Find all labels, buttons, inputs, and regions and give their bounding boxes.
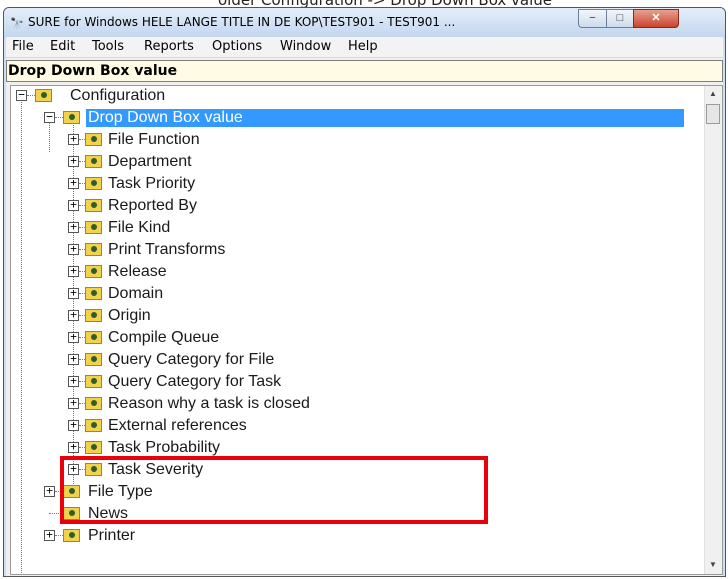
tree-node-label: Configuration (70, 87, 166, 104)
minimize-button[interactable]: − (578, 9, 607, 28)
expand-icon[interactable]: + (68, 177, 79, 189)
folder-icon (85, 177, 102, 190)
expand-icon[interactable]: + (68, 441, 79, 453)
scroll-down-arrow-icon[interactable]: ▼ (709, 560, 717, 569)
tree-line (21, 97, 22, 574)
tree-node-label: Task Priority (108, 175, 196, 192)
folder-icon (85, 397, 102, 410)
folder-icon (85, 265, 102, 278)
close-button[interactable]: ✕ (633, 9, 679, 28)
tree-node-label: Department (108, 153, 192, 170)
expand-icon[interactable]: + (68, 375, 79, 387)
tree-node-label: External references (108, 417, 247, 434)
menu-help[interactable]: Help (348, 39, 378, 54)
vertical-scrollbar[interactable]: ▲ ▼ (704, 86, 722, 574)
expand-icon[interactable]: + (68, 133, 79, 145)
tree-node-label: Print Transforms (108, 241, 226, 258)
folder-icon (85, 441, 102, 454)
highlight-annotation (60, 456, 488, 524)
folder-icon (63, 529, 80, 542)
folder-icon (85, 353, 102, 366)
tree-line (49, 119, 50, 152)
expand-icon[interactable]: + (68, 221, 79, 233)
tree-line (27, 95, 35, 96)
menu-bar: File Edit Tools Reports Options Window H… (6, 37, 723, 58)
tree-node-label: Drop Down Box value (86, 109, 684, 127)
tree-node-label: Domain (108, 285, 164, 302)
collapse-icon[interactable]: − (44, 111, 55, 123)
menu-edit[interactable]: Edit (50, 39, 75, 54)
tree-node-label: Compile Queue (108, 329, 220, 346)
title-bar: 🔭 SURE for Windows HELE LANGE TITLE IN D… (4, 8, 725, 38)
expand-icon[interactable]: + (44, 485, 55, 497)
window-title: SURE for Windows HELE LANGE TITLE IN DE … (28, 15, 456, 29)
folder-icon (85, 199, 102, 212)
menu-file[interactable]: File (12, 39, 34, 54)
binoculars-icon: 🔭 (10, 18, 24, 30)
tree-node-label: Origin (108, 307, 151, 324)
panel-header: Drop Down Box value (6, 60, 723, 82)
folder-icon (63, 111, 80, 124)
menu-tools[interactable]: Tools (92, 39, 124, 54)
folder-icon (85, 331, 102, 344)
tree-node-label: File Function (108, 131, 200, 148)
expand-icon[interactable]: + (68, 287, 79, 299)
expand-icon[interactable]: + (68, 419, 79, 431)
scroll-up-arrow-icon[interactable]: ▲ (709, 89, 717, 98)
folder-icon (85, 221, 102, 234)
tree-node-label: Printer (88, 527, 136, 544)
folder-icon (85, 309, 102, 322)
folder-icon (85, 133, 102, 146)
folder-icon (35, 89, 52, 102)
collapse-icon[interactable]: − (16, 89, 27, 101)
folder-icon (85, 155, 102, 168)
scroll-thumb[interactable] (706, 104, 720, 124)
expand-icon[interactable]: + (68, 331, 79, 343)
tree-node-label: Reason why a task is closed (108, 395, 310, 412)
folder-icon (85, 243, 102, 256)
menu-reports[interactable]: Reports (144, 39, 194, 54)
expand-icon[interactable]: + (68, 265, 79, 277)
tree-node-label: Release (108, 263, 167, 280)
menu-options[interactable]: Options (212, 39, 262, 54)
tree-line (55, 117, 63, 118)
expand-icon[interactable]: + (68, 155, 79, 167)
expand-icon[interactable]: + (44, 529, 55, 541)
tree-node-label: Query Category for Task (108, 373, 282, 390)
folder-icon (85, 419, 102, 432)
tree-node-label: File Kind (108, 219, 171, 236)
tree-node-label: Query Category for File (108, 351, 275, 368)
expand-icon[interactable]: + (68, 243, 79, 255)
expand-icon[interactable]: + (68, 397, 79, 409)
menu-window[interactable]: Window (280, 39, 331, 54)
panel-title: Drop Down Box value (8, 63, 178, 79)
folder-icon (85, 287, 102, 300)
folder-icon (85, 375, 102, 388)
tree-line (55, 535, 63, 536)
tree-node-label: Reported By (108, 197, 197, 214)
maximize-button[interactable]: □ (606, 9, 634, 28)
expand-icon[interactable]: + (68, 353, 79, 365)
expand-icon[interactable]: + (68, 309, 79, 321)
expand-icon[interactable]: + (68, 199, 79, 211)
tree-node-label: Task Probability (108, 439, 221, 456)
